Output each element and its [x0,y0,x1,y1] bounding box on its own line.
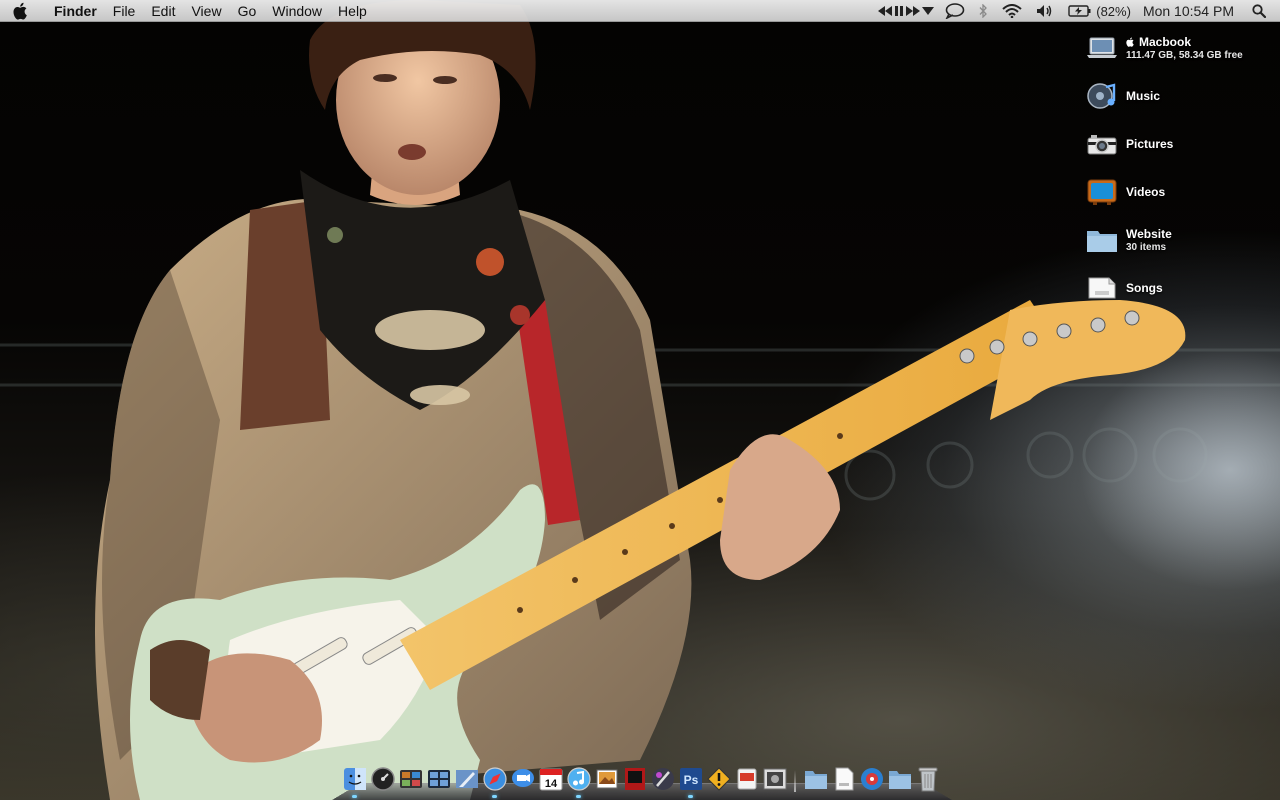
menu-bar: Finder File Edit View Go Window Help (82… [0,0,1280,22]
battery-status[interactable]: (82%) [1061,0,1135,22]
dock-pixelmator-icon[interactable] [650,766,675,792]
dock-mail-icon[interactable] [454,766,479,792]
dock-finder-icon[interactable] [342,766,367,798]
dock-applications-folder-icon[interactable] [803,766,828,792]
dock-safari-icon[interactable] [482,766,507,798]
music-folder-icon [1086,80,1118,112]
svg-text:14: 14 [544,778,557,790]
camera-icon [1086,128,1118,160]
spotlight-search-icon[interactable] [1246,0,1280,22]
desktop-item-label: Macbook [1139,35,1192,49]
menu-app-finder[interactable]: Finder [42,0,105,22]
running-indicator [352,795,357,798]
desktop-item-subtitle: 111.47 GB, 58.34 GB free [1126,50,1243,61]
dock-coda-icon[interactable] [734,766,759,792]
document-icon [1086,272,1118,304]
dock-vlc-icon[interactable] [706,766,731,792]
dock-separator [794,770,796,792]
desktop-item-videos[interactable]: Videos [1086,174,1276,210]
desktop-item-website[interactable]: Website 30 items [1086,222,1276,258]
running-indicator [688,795,693,798]
menu-view[interactable]: View [183,0,229,22]
bluetooth-icon[interactable] [972,0,995,22]
volume-icon[interactable] [1029,0,1061,22]
desktop-item-pictures[interactable]: Pictures [1086,126,1276,162]
dock-photo-booth-icon[interactable] [622,766,647,792]
dock-preview-icon[interactable] [762,766,787,792]
desktop-item-subtitle: 30 items [1126,242,1167,253]
media-play-pause-icon[interactable] [894,6,904,16]
desktop-item-label: Music [1126,89,1161,103]
dock-document-stack-icon[interactable] [831,766,856,792]
desktop-item-label: Videos [1126,185,1166,199]
desktop-item-songs[interactable]: Songs [1086,270,1276,306]
menu-help[interactable]: Help [330,0,375,22]
dock: 14 Ps [332,762,952,800]
tv-icon [1086,176,1118,208]
dock-spaces-icon[interactable] [426,766,451,792]
dock-photoshop-icon[interactable]: Ps [678,766,703,798]
apple-menu-icon[interactable] [0,0,42,22]
desktop-item-macbook[interactable]: Macbook 111.47 GB, 58.34 GB free [1086,30,1276,66]
menu-edit[interactable]: Edit [143,0,183,22]
battery-icon [1068,5,1092,17]
media-menu-arrow-icon[interactable] [922,7,935,15]
chat-bubble-icon[interactable] [938,0,972,22]
media-prev-icon[interactable] [878,6,893,16]
media-next-icon[interactable] [906,6,921,16]
svg-text:Ps: Ps [683,773,698,787]
desktop-item-label: Website [1126,227,1172,241]
dock-dashboard-icon[interactable] [370,766,395,792]
dock-netnewswire-icon[interactable] [859,766,884,792]
dock-ichat-icon[interactable] [510,766,535,792]
dock-front-row-icon[interactable] [398,766,423,792]
running-indicator [576,795,581,798]
dock-downloads-folder-icon[interactable] [887,766,912,792]
dock-itunes-icon[interactable] [566,766,591,798]
dock-iphoto-icon[interactable] [594,766,619,792]
menu-go[interactable]: Go [230,0,265,22]
menu-window[interactable]: Window [264,0,330,22]
desktop-item-music[interactable]: Music [1086,78,1276,114]
desktop-item-label: Songs [1126,281,1163,295]
menu-file[interactable]: File [105,0,144,22]
desktop-wallpaper [0,0,1280,800]
desktop-item-label: Pictures [1126,137,1174,151]
folder-icon [1086,224,1118,256]
menubar-clock[interactable]: Mon 10:54 PM [1135,0,1246,22]
apple-logo-icon [1126,37,1134,47]
running-indicator [492,795,497,798]
wifi-icon[interactable] [995,0,1029,22]
dock-ical-icon[interactable]: 14 [538,766,563,792]
battery-percent: (82%) [1096,3,1131,19]
laptop-icon [1086,32,1118,64]
wallpaper-guitarist-photo [0,0,1280,800]
dock-trash-icon[interactable] [915,766,940,792]
media-controls [878,0,938,22]
